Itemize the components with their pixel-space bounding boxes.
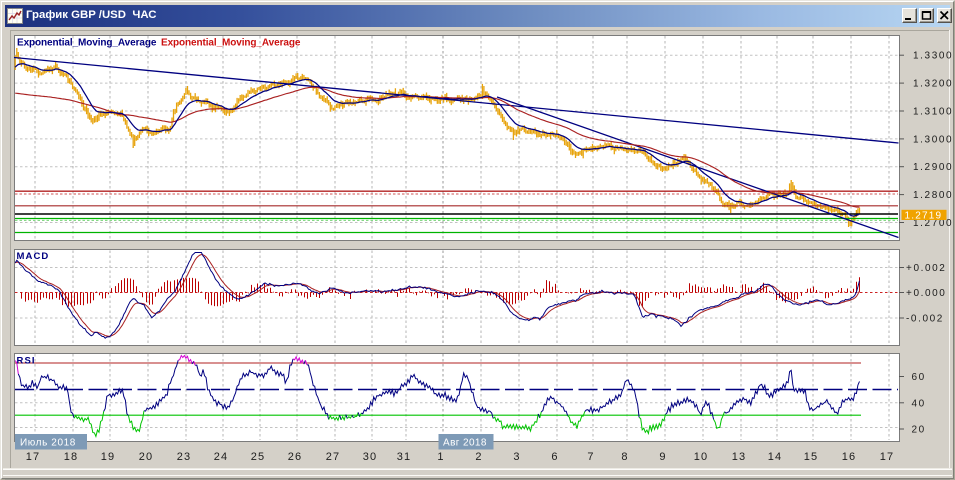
svg-text:RSI: RSI xyxy=(17,356,36,367)
svg-text:9: 9 xyxy=(659,451,666,463)
svg-text:1.2900: 1.2900 xyxy=(913,162,953,173)
svg-text:24: 24 xyxy=(214,451,228,463)
svg-text:19: 19 xyxy=(101,451,115,463)
svg-text:26: 26 xyxy=(288,451,302,463)
svg-text:2: 2 xyxy=(475,451,482,463)
svg-text:7: 7 xyxy=(587,451,594,463)
svg-text:-0.002: -0.002 xyxy=(906,314,944,325)
svg-text:31: 31 xyxy=(397,451,411,463)
svg-text:8: 8 xyxy=(621,451,628,463)
svg-text:1.3300: 1.3300 xyxy=(913,51,953,62)
svg-text:1.2800: 1.2800 xyxy=(913,190,953,201)
svg-text:23: 23 xyxy=(177,451,191,463)
svg-text:27: 27 xyxy=(326,451,340,463)
svg-text:20: 20 xyxy=(912,425,926,436)
svg-text:Exponential_Moving_Average: Exponential_Moving_Average xyxy=(161,38,301,49)
svg-text:40: 40 xyxy=(912,398,926,409)
svg-text:+0.000: +0.000 xyxy=(906,288,946,299)
svg-text:15: 15 xyxy=(804,451,818,463)
svg-text:1.3000: 1.3000 xyxy=(913,134,953,145)
svg-text:18: 18 xyxy=(64,451,78,463)
svg-text:17: 17 xyxy=(26,451,40,463)
svg-text:20: 20 xyxy=(139,451,153,463)
svg-text:Exponential_Moving_Average: Exponential_Moving_Average xyxy=(17,38,157,49)
svg-text:60: 60 xyxy=(912,372,926,383)
svg-text:16: 16 xyxy=(842,451,856,463)
svg-text:1.2719: 1.2719 xyxy=(905,210,943,221)
svg-text:1.3200: 1.3200 xyxy=(913,79,953,90)
svg-text:Авг 2018: Авг 2018 xyxy=(443,438,487,449)
svg-text:14: 14 xyxy=(768,451,782,463)
svg-text:30: 30 xyxy=(363,451,377,463)
svg-text:10: 10 xyxy=(694,451,708,463)
svg-text:1.3100: 1.3100 xyxy=(913,107,953,118)
svg-text:3: 3 xyxy=(513,451,520,463)
svg-text:Июль 2018: Июль 2018 xyxy=(20,438,76,449)
svg-text:+0.002: +0.002 xyxy=(906,263,946,274)
svg-text:13: 13 xyxy=(732,451,746,463)
svg-text:6: 6 xyxy=(551,451,558,463)
svg-text:25: 25 xyxy=(251,451,265,463)
svg-text:17: 17 xyxy=(880,451,894,463)
svg-text:1: 1 xyxy=(437,451,444,463)
svg-text:MACD: MACD xyxy=(17,251,50,262)
